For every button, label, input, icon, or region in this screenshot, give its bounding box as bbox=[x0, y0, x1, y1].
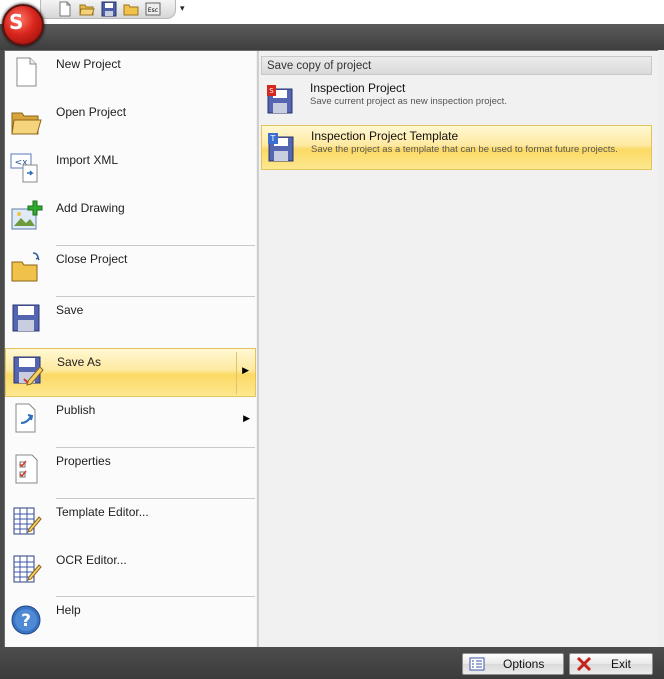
menu-footer: Options Exit bbox=[0, 647, 664, 679]
exit-label: Exit bbox=[611, 657, 632, 671]
options-icon bbox=[469, 657, 485, 671]
save-disk-icon[interactable] bbox=[101, 1, 117, 17]
properties-checklist-icon bbox=[9, 452, 43, 486]
esc-icon[interactable]: Esc bbox=[145, 1, 161, 17]
menu-item-properties[interactable]: Properties bbox=[5, 448, 256, 497]
new-document-icon bbox=[9, 55, 43, 89]
submenu-item-title: Inspection Project Template bbox=[311, 129, 459, 143]
save-template-icon: T bbox=[266, 131, 298, 163]
submenu-item-title: Inspection Project bbox=[310, 81, 406, 95]
template-editor-icon bbox=[9, 503, 43, 537]
menu-item-label: OCR Editor... bbox=[56, 553, 127, 567]
submenu-item-description: Save current project as new inspection p… bbox=[310, 96, 507, 107]
close-folder-icon bbox=[9, 250, 43, 284]
import-xml-icon: <x bbox=[9, 151, 43, 185]
menu-item-label: Import XML bbox=[56, 153, 119, 167]
options-button[interactable]: Options bbox=[462, 653, 564, 675]
submenu-item-description: Save the project as a template that can … bbox=[311, 144, 618, 155]
menu-item-help[interactable]: ? Help bbox=[5, 597, 256, 646]
submenu-arrow-icon: ▶ bbox=[242, 365, 249, 375]
submenu-item-inspection-project[interactable]: S Inspection Project Save current projec… bbox=[261, 78, 652, 123]
menu-item-label: Save As bbox=[57, 355, 102, 369]
menu-commands: New Project Open Project <x Import XML A… bbox=[5, 51, 256, 648]
title-bar bbox=[0, 24, 664, 50]
menu-item-save[interactable]: Save bbox=[5, 297, 256, 346]
svg-text:T: T bbox=[270, 134, 276, 143]
svg-text:Esc: Esc bbox=[148, 7, 158, 14]
background-window-edge bbox=[658, 50, 664, 647]
exit-button[interactable]: Exit bbox=[569, 653, 653, 675]
save-disk-icon bbox=[9, 301, 43, 335]
save-pdf-icon: S bbox=[265, 83, 297, 115]
menu-item-open-project[interactable]: Open Project bbox=[5, 99, 256, 148]
application-menu: New Project Open Project <x Import XML A… bbox=[4, 50, 663, 649]
open-folder-icon bbox=[9, 103, 43, 137]
app-logo-icon: S bbox=[9, 10, 24, 34]
menu-item-publish[interactable]: Publish ▶ bbox=[5, 397, 256, 446]
menu-item-template-editor[interactable]: Template Editor... bbox=[5, 499, 256, 548]
menu-item-label: Publish bbox=[56, 403, 96, 417]
menu-item-label: Template Editor... bbox=[56, 505, 149, 519]
ocr-editor-icon bbox=[9, 551, 43, 585]
menu-item-label: Close Project bbox=[56, 252, 128, 266]
new-file-icon[interactable] bbox=[57, 1, 73, 17]
menu-item-label: Help bbox=[56, 603, 81, 617]
application-button[interactable]: S bbox=[2, 4, 44, 46]
save-as-icon bbox=[10, 353, 44, 387]
close-icon bbox=[576, 656, 592, 672]
submenu-divider bbox=[236, 352, 237, 394]
submenu-arrow-icon: ▶ bbox=[243, 413, 250, 423]
folder-icon[interactable] bbox=[123, 1, 139, 17]
quick-access-dropdown[interactable]: ▾ bbox=[180, 2, 190, 14]
menu-item-save-as[interactable]: Save As ▶ bbox=[5, 348, 256, 397]
publish-icon bbox=[9, 401, 43, 435]
menu-item-label: Save bbox=[56, 303, 84, 317]
add-drawing-icon bbox=[9, 199, 43, 233]
menu-item-label: New Project bbox=[56, 57, 121, 71]
svg-text:S: S bbox=[269, 87, 274, 95]
help-icon: ? bbox=[9, 601, 43, 635]
quick-access-toolbar: Esc ▾ bbox=[0, 0, 664, 24]
menu-item-add-drawing[interactable]: Add Drawing bbox=[5, 195, 256, 244]
menu-item-import-xml[interactable]: <x Import XML bbox=[5, 147, 256, 196]
menu-item-ocr-editor[interactable]: OCR Editor... bbox=[5, 547, 256, 596]
submenu-header: Save copy of project bbox=[261, 56, 652, 75]
menu-item-label: Add Drawing bbox=[56, 201, 125, 215]
menu-item-close-project[interactable]: Close Project bbox=[5, 246, 256, 295]
menu-item-new-project[interactable]: New Project bbox=[5, 51, 256, 100]
svg-text:?: ? bbox=[21, 611, 31, 631]
menu-item-label: Open Project bbox=[56, 105, 127, 119]
options-label: Options bbox=[503, 657, 545, 671]
submenu-item-inspection-project-template[interactable]: T Inspection Project Template Save the p… bbox=[261, 125, 652, 170]
save-as-submenu: Save copy of project S Inspection Projec… bbox=[259, 51, 662, 648]
quick-access-strip: Esc bbox=[40, 0, 176, 19]
menu-item-label: Properties bbox=[56, 454, 111, 468]
open-folder-icon[interactable] bbox=[79, 1, 95, 17]
